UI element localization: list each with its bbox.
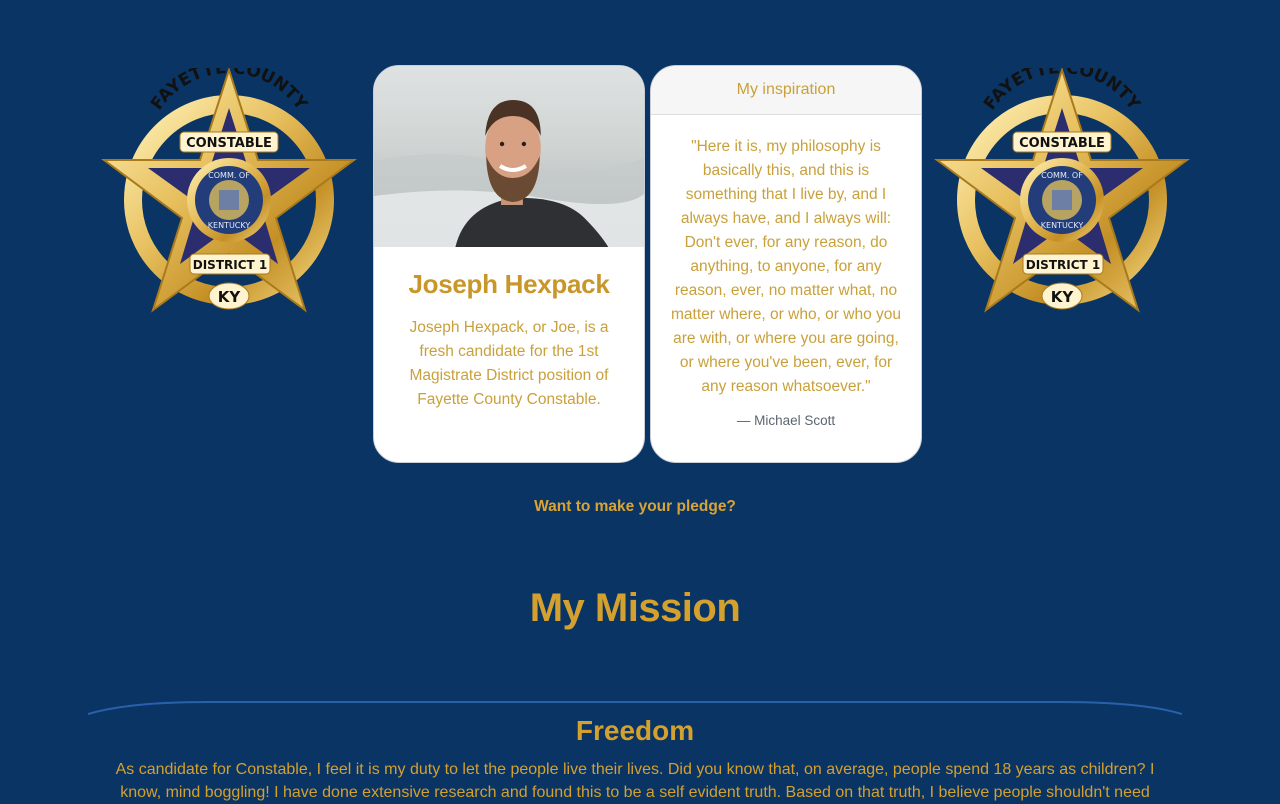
candidate-name: Joseph Hexpack (408, 269, 610, 299)
candidate-bio: Joseph Hexpack, or Joe, is a fresh candi… (409, 319, 609, 408)
constable-badge-right: COMM. OF KENTUCKY FAYETTE COUNTY CONSTAB… (931, 68, 1193, 320)
svg-text:CONSTABLE: CONSTABLE (1019, 136, 1105, 151)
svg-text:CONSTABLE: CONSTABLE (186, 136, 272, 151)
svg-text:DISTRICT 1: DISTRICT 1 (1026, 258, 1100, 272)
mission-title: My Mission (529, 586, 741, 630)
svg-text:COMM. OF: COMM. OF (1041, 171, 1083, 180)
svg-text:KY: KY (1051, 288, 1075, 306)
inspiration-quote: "Here it is, my philosophy is basically … (670, 138, 902, 395)
svg-text:KENTUCKY: KENTUCKY (208, 221, 251, 230)
section-title-freedom: Freedom (575, 715, 695, 746)
inspiration-card: My inspiration "Here it is, my philosoph… (650, 65, 922, 463)
svg-text:KY: KY (218, 288, 242, 306)
svg-text:COMM. OF: COMM. OF (208, 171, 250, 180)
constable-badge-left: COMM. OF KENTUCKY FAYETTE COUNTY CONSTAB… (98, 68, 360, 320)
inspiration-header: My inspiration (651, 66, 921, 115)
section-text-freedom: As candidate for Constable, I feel it is… (115, 761, 1155, 801)
pledge-link[interactable]: Want to make your pledge? (0, 498, 1270, 516)
svg-text:DISTRICT 1: DISTRICT 1 (193, 258, 267, 272)
candidate-photo (374, 66, 644, 247)
svg-text:KENTUCKY: KENTUCKY (1041, 221, 1084, 230)
candidate-profile-card: Joseph Hexpack Joseph Hexpack, or Joe, i… (373, 65, 645, 463)
quote-author: — Michael Scott (736, 413, 836, 428)
